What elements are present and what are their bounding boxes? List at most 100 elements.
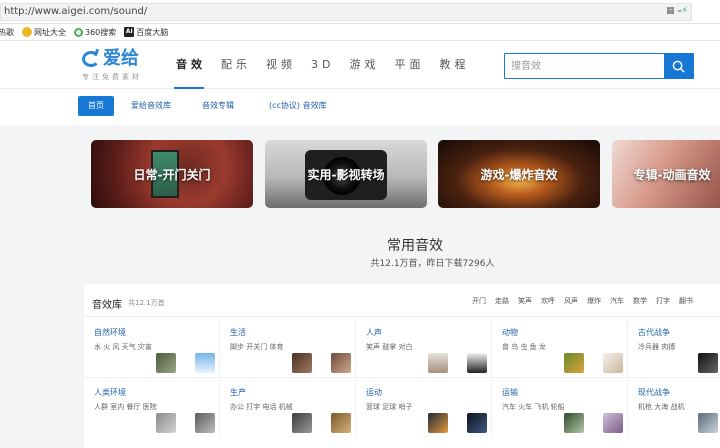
tag-link[interactable]: 数学 (633, 296, 647, 306)
thumbnail[interactable] (156, 413, 176, 433)
nav-tutorial[interactable]: 教程 (439, 41, 469, 89)
tag-link[interactable]: 欢呼 (541, 296, 555, 306)
tag-link[interactable]: 翻书 (679, 296, 693, 306)
thumbnail[interactable] (603, 413, 623, 433)
subnav-sound-albums[interactable]: 音效专辑 (202, 96, 234, 116)
library-count: 共12.1万首 (128, 299, 165, 307)
library-title: 音效库 (92, 300, 122, 311)
site-header: 爱给 专注免费素材 音效 配乐 视频 3D 游戏 平面 教程 (0, 41, 720, 89)
banner-label: 日常-开门关门 (133, 167, 211, 182)
category-title[interactable]: 现代战争 (638, 387, 670, 398)
section-subtitle: 共12.1万首，昨日下载7296人 (370, 259, 495, 269)
banner-transitions[interactable]: 实用-影视转场 (265, 140, 427, 208)
thumbnail[interactable] (331, 353, 351, 373)
search-button[interactable] (664, 54, 693, 78)
search-box (504, 53, 694, 79)
bookmark-item[interactable]: 网址大全 (22, 27, 66, 38)
thumbnail[interactable] (292, 353, 312, 373)
site-logo[interactable]: 爱给 专注免费素材 (82, 50, 142, 82)
tag-link[interactable]: 笑声 (518, 296, 532, 306)
banner-explosions[interactable]: 游戏-爆炸音效 (438, 140, 600, 208)
category-title[interactable]: 自然环境 (94, 327, 126, 338)
category-cell[interactable]: 运动 篮球 足球 哨子 (356, 379, 492, 437)
category-cell[interactable]: 生产 办公 打字 电话 机械 (220, 379, 356, 437)
thumbnail[interactable] (195, 413, 215, 433)
category-cell[interactable]: 自然环境 水 火 风 天气 灾害 (84, 319, 220, 377)
thumbnail[interactable] (195, 353, 215, 373)
thumbnail[interactable] (331, 413, 351, 433)
banner-animation-album[interactable]: 专辑-动画音效 (612, 140, 720, 208)
thumbnail[interactable] (292, 413, 312, 433)
chevron-down-icon[interactable]: ⌄ (676, 5, 684, 15)
thumbnail[interactable] (428, 353, 448, 373)
category-cell[interactable]: 运输 汽车 火车 飞机 轮船 (492, 379, 628, 437)
category-title[interactable]: 生产 (230, 387, 246, 398)
thumbnail[interactable] (428, 413, 448, 433)
thumbnail[interactable] (698, 353, 718, 373)
banner-label: 专辑-动画音效 (633, 167, 711, 182)
category-title[interactable]: 运动 (366, 387, 382, 398)
category-title[interactable]: 古代战争 (638, 327, 670, 338)
divider (84, 316, 720, 317)
category-cell[interactable]: 动物 兽 鸟 虫 鱼 龙 (492, 319, 628, 377)
category-tags: 脚步 开关门 体育 (230, 343, 284, 351)
nav-3d[interactable]: 3D (311, 41, 334, 89)
thumbnail[interactable] (564, 413, 584, 433)
tag-link[interactable]: 开门 (472, 296, 486, 306)
search-input[interactable] (505, 54, 664, 78)
logo-text: 爱给 (103, 48, 139, 69)
subnav-home[interactable]: 首页 (78, 96, 114, 116)
category-tags: 水 火 风 天气 灾害 (94, 343, 152, 351)
sound-library-panel: 音效库 共12.1万首 开门 走路 笑声 欢呼 风声 爆炸 汽车 数学 打字 翻… (84, 284, 720, 448)
ai-icon: AI (124, 27, 135, 37)
thumbnail[interactable] (156, 353, 176, 373)
category-cell[interactable]: 现代战争 机枪 大海 战机 (628, 379, 720, 437)
main-nav: 音效 配乐 视频 3D 游戏 平面 教程 (174, 41, 484, 89)
tag-link[interactable]: 汽车 (610, 296, 624, 306)
nav-graphic[interactable]: 平面 (394, 41, 424, 89)
category-tags: 兽 鸟 虫 鱼 龙 (502, 343, 546, 351)
nav-sound[interactable]: 音效 (174, 41, 206, 89)
category-title[interactable]: 生活 (230, 327, 246, 338)
nav-game[interactable]: 游戏 (349, 41, 379, 89)
category-cell[interactable]: 生活 脚步 开关门 体育 (220, 319, 356, 377)
bookmark-label: 百度大脑 (136, 27, 169, 37)
banner-door-sounds[interactable]: 日常-开门关门 (91, 140, 253, 208)
thumbnail[interactable] (467, 413, 487, 433)
tag-link[interactable]: 风声 (564, 296, 578, 306)
nav-video[interactable]: 视频 (266, 41, 296, 89)
category-title[interactable]: 人声 (366, 327, 382, 338)
category-cell[interactable]: 人声 笑声 鼓掌 对白 (356, 319, 492, 377)
bookmark-label: 网址大全 (34, 27, 66, 37)
category-title[interactable]: 运输 (502, 387, 518, 398)
thumbnail[interactable] (698, 413, 718, 433)
category-title[interactable]: 人类环境 (94, 387, 126, 398)
yellow-circle-icon (22, 27, 32, 37)
tag-link[interactable]: 打字 (656, 296, 670, 306)
nav-music[interactable]: 配乐 (221, 41, 251, 89)
category-cell[interactable]: 古代战争 冷兵器 肉搏 (628, 319, 720, 377)
thumbnail[interactable] (603, 353, 623, 373)
thumbnail[interactable] (564, 353, 584, 373)
sub-nav: 首页 爱给音效库 音效专辑 (cc协议) 音效库 (0, 89, 720, 125)
url-input[interactable]: http://www.aigei.com/sound/ (0, 3, 692, 21)
thumbnail[interactable] (467, 353, 487, 373)
category-tags: 人群 室内 餐厅 医院 (94, 403, 157, 411)
bookmark-label: 360搜索 (85, 27, 117, 37)
logo-c-icon (82, 51, 100, 67)
grid-icon[interactable]: ▦ (666, 6, 675, 16)
category-cell[interactable]: 人类环境 人群 室内 餐厅 医院 (84, 379, 220, 437)
bookmark-label: 热歌 (0, 27, 14, 37)
bookmark-item[interactable]: 热歌 (0, 27, 14, 38)
bookmark-item[interactable]: AI 百度大脑 (124, 27, 168, 38)
category-tags: 办公 打字 电话 机械 (230, 403, 293, 411)
tag-link[interactable]: 爆炸 (587, 296, 601, 306)
logo-tagline: 专注免费素材 (82, 73, 142, 81)
bookmark-item[interactable]: 360搜索 (74, 27, 116, 38)
tag-row: 开门 走路 笑声 欢呼 风声 爆炸 汽车 数学 打字 翻书 (472, 296, 702, 306)
subnav-cc-library[interactable]: (cc协议) 音效库 (269, 96, 327, 116)
tag-link[interactable]: 走路 (495, 296, 509, 306)
category-tags: 笑声 鼓掌 对白 (366, 343, 413, 351)
subnav-sound-library[interactable]: 爱给音效库 (131, 96, 171, 116)
category-title[interactable]: 动物 (502, 327, 518, 338)
